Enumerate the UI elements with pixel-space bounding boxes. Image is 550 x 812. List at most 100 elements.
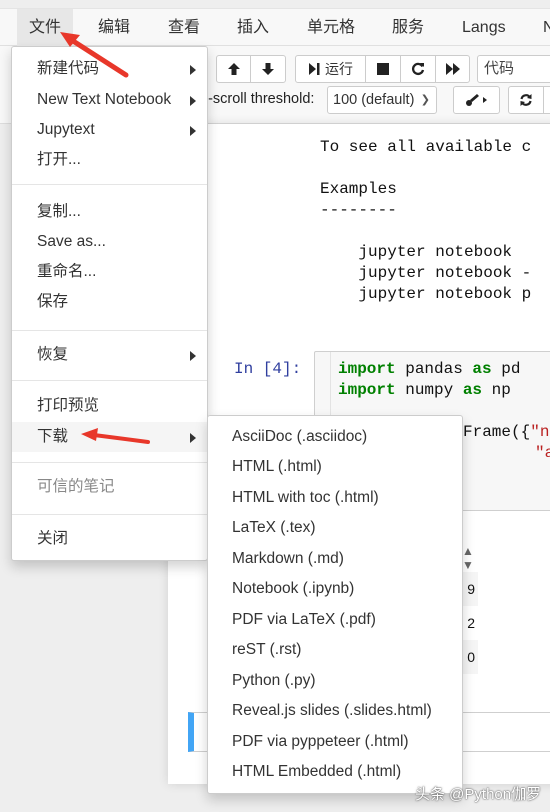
menu-item-new[interactable]: 新建代码 xyxy=(12,54,207,84)
autoscroll-threshold-label: o-scroll threshold: xyxy=(200,91,315,107)
restart-run-all-button[interactable] xyxy=(435,55,470,83)
caret-right-icon xyxy=(190,351,196,361)
output-line: jupyter notebook p xyxy=(320,285,532,303)
download-notebook[interactable]: Notebook (.ipynb) xyxy=(208,574,462,604)
menu-navigate[interactable]: N xyxy=(531,9,550,46)
code-text: Frame({ xyxy=(463,423,531,441)
menu-item-save-as[interactable]: Save as... xyxy=(12,227,207,257)
refresh-button[interactable] xyxy=(508,86,544,114)
menu-item-label: 可信的笔记 xyxy=(37,478,115,495)
paintbrush-icon xyxy=(465,94,487,106)
download-python[interactable]: Python (.py) xyxy=(208,666,462,696)
refresh-icon xyxy=(520,94,532,106)
menubar: 文件 编辑 查看 插入 单元格 服务 Langs N xyxy=(0,8,550,46)
file-menu: 新建代码 New Text Notebook Jupytext 打开... 复制… xyxy=(11,46,208,561)
menu-item-print-preview[interactable]: 打印预览 xyxy=(12,391,207,421)
menu-item-close[interactable]: 关闭 xyxy=(12,524,207,554)
menu-item-label: 下载 xyxy=(37,428,69,445)
menu-item-trusted-notebook: 可信的笔记 xyxy=(12,472,207,502)
menu-item-label: Save as... xyxy=(37,233,106,250)
download-pdf-latex[interactable]: PDF via LaTeX (.pdf) xyxy=(208,605,462,635)
cell-prompt: In [4]: xyxy=(234,360,302,378)
output-line: jupyter notebook - xyxy=(320,264,532,282)
sort-icon[interactable]: ▲ ▼ xyxy=(462,544,474,572)
code-line: import numpy as np xyxy=(338,381,511,399)
restart-button[interactable] xyxy=(400,55,436,83)
run-button[interactable]: 运行 xyxy=(295,55,366,83)
arrow-up-icon xyxy=(227,63,240,75)
menu-item-label: Jupytext xyxy=(37,121,95,138)
download-markdown[interactable]: Markdown (.md) xyxy=(208,544,462,574)
menu-item-copy[interactable]: 复制... xyxy=(12,197,207,227)
menu-item-label: 打开... xyxy=(37,151,81,168)
menu-langs[interactable]: Langs xyxy=(450,9,518,46)
menu-divider xyxy=(12,462,207,463)
watermark: 头条 @Python伽罗 xyxy=(415,786,542,803)
chevron-down-icon: ❯ xyxy=(420,94,430,106)
menu-item-save[interactable]: 保存 xyxy=(12,287,207,317)
code-text: numpy xyxy=(395,381,463,399)
autoscroll-threshold-select[interactable]: 100 (default) ❯ xyxy=(327,86,437,114)
output-line: To see all available c xyxy=(320,138,532,156)
move-down-button[interactable] xyxy=(250,55,286,83)
restart-icon xyxy=(411,62,425,76)
caret-right-icon xyxy=(190,96,196,106)
download-reveal-slides[interactable]: Reveal.js slides (.slides.html) xyxy=(208,696,462,726)
menu-file[interactable]: 文件 xyxy=(17,9,74,46)
caret-right-icon xyxy=(190,65,196,75)
download-asciidoc[interactable]: AsciiDoc (.asciidoc) xyxy=(208,422,462,452)
download-html-toc[interactable]: HTML with toc (.html) xyxy=(208,483,462,513)
code-line: import pandas as pd xyxy=(338,360,520,378)
step-run-icon xyxy=(309,63,320,75)
keyword: import xyxy=(338,360,396,378)
menu-divider xyxy=(12,514,207,515)
caret-right-icon xyxy=(190,433,196,443)
toolbar-button-partial[interactable] xyxy=(543,86,550,114)
menu-item-open[interactable]: 打开... xyxy=(12,145,207,175)
menu-item-jupytext[interactable]: Jupytext xyxy=(12,115,207,145)
code-text: pandas xyxy=(395,360,473,378)
keyword: import xyxy=(338,381,396,399)
download-html[interactable]: HTML (.html) xyxy=(208,452,462,482)
menu-cell[interactable]: 单元格 xyxy=(295,9,367,46)
code-line: "a xyxy=(535,444,550,462)
caret-right-icon xyxy=(190,126,196,136)
format-button[interactable] xyxy=(453,86,500,114)
download-submenu: AsciiDoc (.asciidoc) HTML (.html) HTML w… xyxy=(207,415,463,794)
menu-item-label: 复制... xyxy=(37,203,81,220)
code-line: Frame({"n xyxy=(463,423,549,441)
menu-item-revert[interactable]: 恢复 xyxy=(12,340,207,370)
menu-item-new-text-notebook[interactable]: New Text Notebook xyxy=(12,85,207,115)
menu-item-label: 关闭 xyxy=(37,530,69,547)
move-up-button[interactable] xyxy=(216,55,251,83)
menu-item-label: New Text Notebook xyxy=(37,91,172,108)
output-line: jupyter notebook xyxy=(320,243,513,261)
menu-item-label: 新建代码 xyxy=(37,60,100,77)
code-text: pd xyxy=(491,360,521,378)
menu-item-label: 打印预览 xyxy=(37,397,100,414)
download-pdf-pyppeteer[interactable]: PDF via pyppeteer (.html) xyxy=(208,727,462,757)
menu-item-rename[interactable]: 重命名... xyxy=(12,257,207,287)
arrow-down-icon xyxy=(262,63,274,75)
download-latex[interactable]: LaTeX (.tex) xyxy=(208,513,462,543)
interrupt-button[interactable] xyxy=(365,55,401,83)
menu-edit[interactable]: 编辑 xyxy=(86,9,142,46)
menu-item-label: 保存 xyxy=(37,293,69,310)
menu-divider xyxy=(12,184,207,185)
download-rest[interactable]: reST (.rst) xyxy=(208,635,462,665)
threshold-value: 100 (default) xyxy=(333,92,415,108)
output-line: Examples xyxy=(320,180,397,198)
menu-item-download[interactable]: 下载 xyxy=(12,422,207,452)
menu-divider xyxy=(12,380,207,381)
jupyter-window: 文件 编辑 查看 插入 单元格 服务 Langs N 运行 代码 o-scrol… xyxy=(0,0,550,812)
menu-view[interactable]: 查看 xyxy=(156,9,212,46)
fast-forward-icon xyxy=(445,63,460,75)
run-label: 运行 xyxy=(325,61,353,77)
menu-item-label: 恢复 xyxy=(37,346,69,363)
menu-item-label: 重命名... xyxy=(37,263,97,280)
menu-kernel[interactable]: 服务 xyxy=(380,9,436,46)
cell-type-select[interactable]: 代码 xyxy=(477,55,550,83)
menu-insert[interactable]: 插入 xyxy=(225,9,281,46)
keyword: as xyxy=(462,381,483,399)
keyword: as xyxy=(472,360,492,378)
